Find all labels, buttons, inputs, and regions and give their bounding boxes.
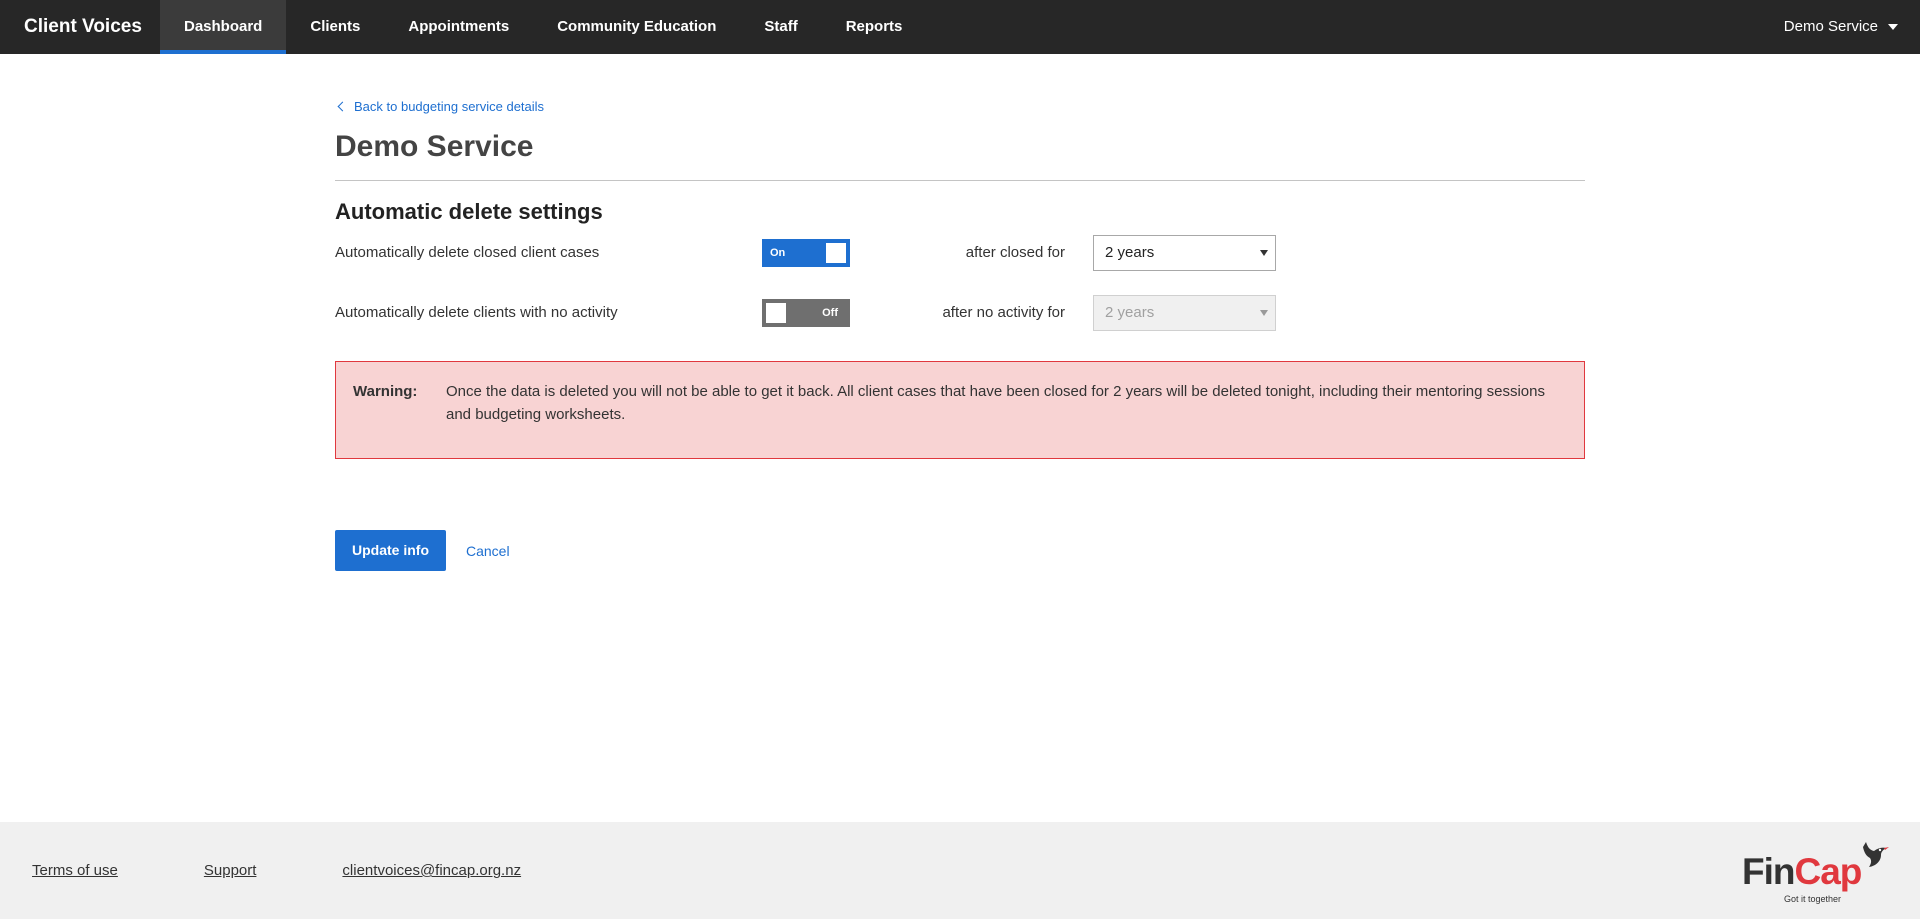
closed-cases-toggle[interactable]: On <box>762 239 850 267</box>
nav-item-dashboard[interactable]: Dashboard <box>160 0 287 54</box>
nav-item-reports[interactable]: Reports <box>822 0 927 54</box>
logo-suffix: Cap <box>1794 851 1862 892</box>
warning-text: Once the data is deleted you will not be… <box>446 383 1545 423</box>
footer-links: Terms of use Support clientvoices@fincap… <box>32 822 607 919</box>
form-actions: Update info Cancel <box>335 530 1585 571</box>
logo-tagline: Got it together <box>1784 894 1842 904</box>
footer-link-terms[interactable]: Terms of use <box>32 862 118 879</box>
after-no-activity-label: after no activity for <box>942 304 1065 321</box>
footer-link-email[interactable]: clientvoices@fincap.org.nz <box>342 862 521 879</box>
closed-cases-label: Automatically delete closed client cases <box>335 244 600 261</box>
logo-wordmark: FinCap <box>1742 851 1862 892</box>
footer-link-support[interactable]: Support <box>204 862 257 879</box>
back-link[interactable]: Back to budgeting service details <box>335 96 1585 116</box>
cancel-link[interactable]: Cancel <box>466 543 510 559</box>
warning-label: Warning: <box>353 383 418 400</box>
closed-cases-period-select[interactable]: 2 years <box>1093 235 1276 271</box>
select-value: 2 years <box>1105 304 1155 321</box>
no-activity-toggle[interactable]: Off <box>762 299 850 327</box>
warning-alert: Warning: Once the data is deleted you wi… <box>335 361 1585 459</box>
nav-item-appointments[interactable]: Appointments <box>384 0 533 54</box>
caret-down-icon <box>1888 24 1898 30</box>
footer: Terms of use Support clientvoices@fincap… <box>0 822 1920 919</box>
title-divider <box>335 180 1585 181</box>
main-nav: Dashboard Clients Appointments Community… <box>160 0 926 54</box>
setting-row-no-activity: Automatically delete clients with no act… <box>335 295 1585 331</box>
select-value: 2 years <box>1105 244 1155 261</box>
dropdown-arrow-icon <box>1260 310 1268 316</box>
no-activity-period-select: 2 years <box>1093 295 1276 331</box>
dropdown-arrow-icon <box>1260 250 1268 256</box>
nav-item-community-education[interactable]: Community Education <box>533 0 740 54</box>
back-link-label: Back to budgeting service details <box>354 98 545 114</box>
toggle-state-text: Off <box>822 307 838 319</box>
fincap-logo[interactable]: FinCap Got it together <box>1742 838 1892 908</box>
page-title: Demo Service <box>335 130 534 163</box>
after-closed-label: after closed for <box>965 244 1065 261</box>
setting-row-closed-cases: Automatically delete closed client cases… <box>335 235 1585 271</box>
nav-item-clients[interactable]: Clients <box>286 0 384 54</box>
account-menu[interactable]: Demo Service <box>1784 0 1920 54</box>
logo-prefix: Fin <box>1742 851 1795 892</box>
toggle-knob <box>766 303 786 323</box>
update-info-button[interactable]: Update info <box>335 530 446 571</box>
toggle-state-text: On <box>770 247 786 259</box>
bird-icon <box>1863 842 1889 867</box>
top-navigation: Client Voices Dashboard Clients Appointm… <box>0 0 1920 54</box>
app-brand[interactable]: Client Voices <box>0 0 160 54</box>
main-content: Back to budgeting service details Demo S… <box>335 96 1585 571</box>
account-menu-label: Demo Service <box>1783 18 1878 35</box>
no-activity-label: Automatically delete clients with no act… <box>335 304 618 321</box>
toggle-knob <box>826 243 846 263</box>
chevron-left-icon <box>337 101 348 111</box>
nav-item-staff[interactable]: Staff <box>740 0 821 54</box>
section-title: Automatic delete settings <box>335 199 603 224</box>
